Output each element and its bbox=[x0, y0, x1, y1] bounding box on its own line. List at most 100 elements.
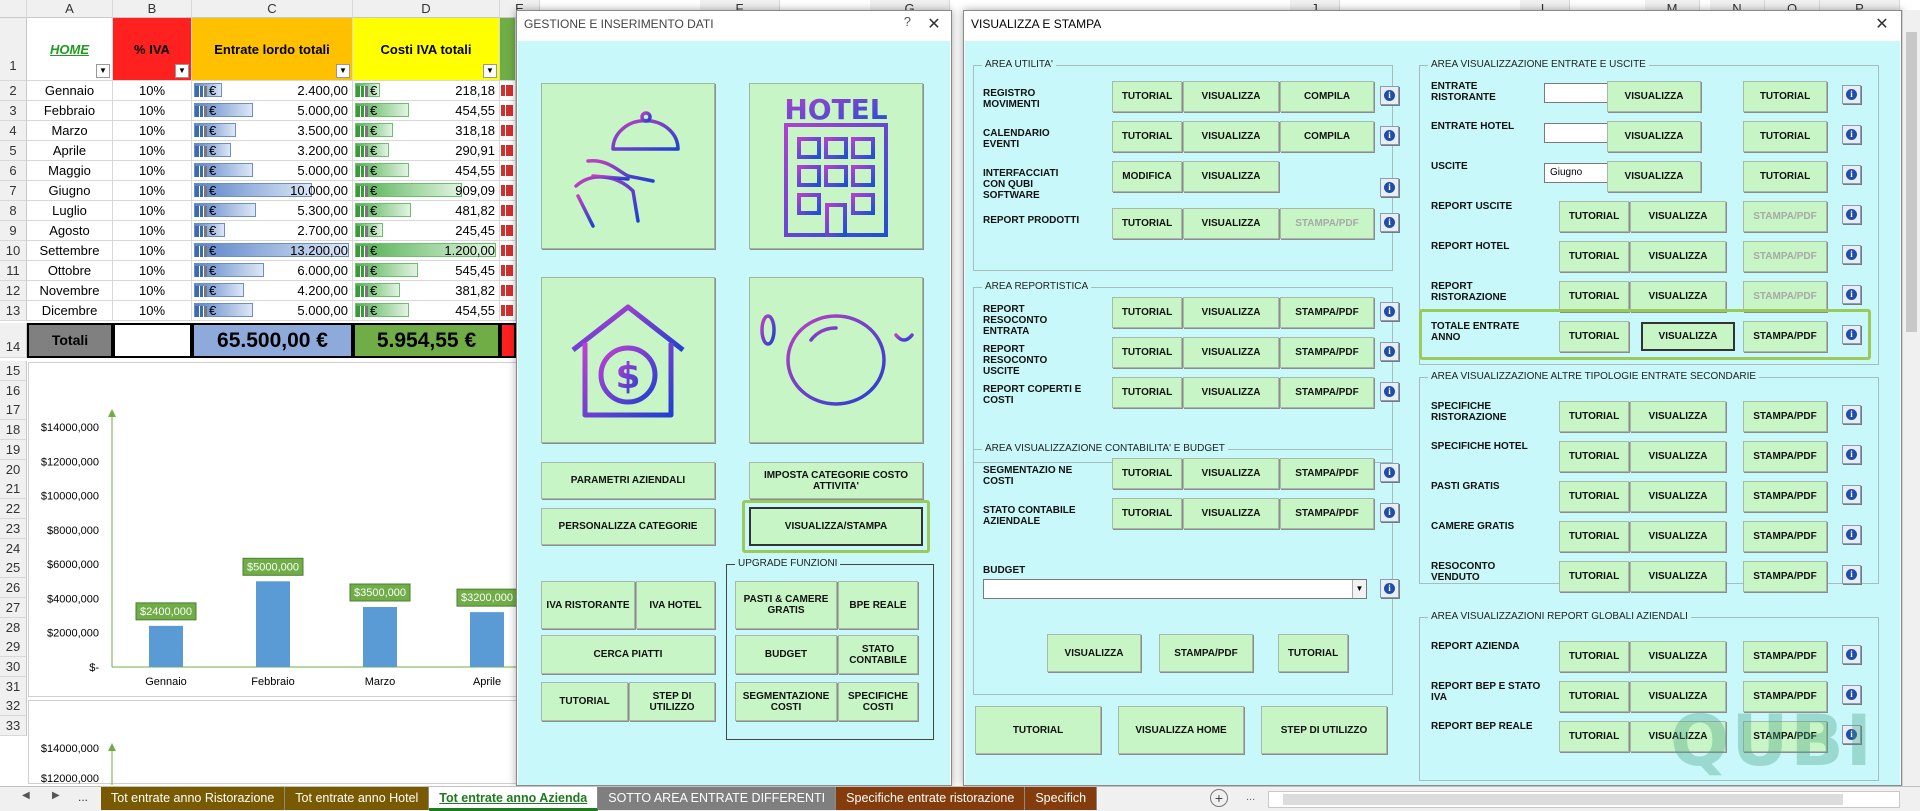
uscite-visualizza-button[interactable]: VISUALIZZA bbox=[1607, 161, 1701, 192]
specifiche-costi-button[interactable]: SPECIFICHE COSTI bbox=[838, 682, 918, 721]
costi-cell[interactable]: € 481,82 bbox=[353, 201, 500, 221]
report-uscite-tutorial-button[interactable]: TUTORIAL bbox=[1559, 201, 1629, 232]
report-ristorazione-stampa-pdf-button[interactable]: STAMPA/PDF bbox=[1743, 281, 1827, 312]
spec-ristorazione-stampa-pdf-button[interactable]: STAMPA/PDF bbox=[1743, 401, 1827, 432]
row-header[interactable]: 24 bbox=[0, 539, 27, 559]
resoconto-uscite-info-button[interactable]: i bbox=[1380, 342, 1399, 361]
iva-cell[interactable]: 10% bbox=[113, 121, 192, 141]
row-header[interactable]: 4 bbox=[0, 121, 27, 141]
camere-gratis-tutorial-button[interactable]: TUTORIAL bbox=[1559, 521, 1629, 552]
report-bep-reale-stampa-pdf-button[interactable]: STAMPA/PDF bbox=[1743, 721, 1827, 752]
report-prodotti-visualizza-button[interactable]: VISUALIZZA bbox=[1183, 208, 1279, 239]
horizontal-scroll-thumb[interactable] bbox=[1283, 794, 1843, 805]
bpe-reale-button[interactable]: BPE REALE bbox=[838, 581, 918, 629]
stato-contabile-visualizza-button[interactable]: VISUALIZZA bbox=[1183, 498, 1279, 529]
horizontal-scrollbar[interactable] bbox=[1268, 791, 1900, 808]
pasti-camere-button[interactable]: PASTI & CAMERE GRATIS bbox=[735, 581, 837, 629]
row-header[interactable]: 9 bbox=[0, 221, 27, 241]
camere-gratis-stampa-pdf-button[interactable]: STAMPA/PDF bbox=[1743, 521, 1827, 552]
row-header[interactable]: 27 bbox=[0, 598, 27, 618]
chart-bar[interactable] bbox=[363, 607, 397, 667]
costi-cell[interactable]: € 218,18 bbox=[353, 81, 500, 101]
entrate-cell[interactable]: € 4.200,00 bbox=[192, 281, 353, 301]
resoconto-entrata-tutorial-button[interactable]: TUTORIAL bbox=[1112, 297, 1182, 328]
budget-combo-arrow[interactable]: ▼ bbox=[1352, 580, 1366, 598]
row-header[interactable]: 17 bbox=[0, 400, 27, 420]
pasti-gratis-visualizza-button[interactable]: VISUALIZZA bbox=[1630, 481, 1726, 512]
resoconto-uscite-tutorial-button[interactable]: TUTORIAL bbox=[1112, 337, 1182, 368]
row-header[interactable]: 21 bbox=[0, 479, 27, 499]
costi-cell[interactable]: € 454,55 bbox=[353, 301, 500, 321]
finanze-button[interactable]: $ bbox=[541, 277, 715, 443]
month-cell[interactable]: Novembre bbox=[27, 281, 113, 301]
filter-dropdown-d[interactable]: ▼ bbox=[483, 64, 497, 78]
report-azienda-stampa-pdf-button[interactable]: STAMPA/PDF bbox=[1743, 641, 1827, 672]
iva-cell[interactable]: 10% bbox=[113, 181, 192, 201]
row-header[interactable]: 18 bbox=[0, 420, 27, 440]
pasti-gratis-info-button[interactable]: i bbox=[1842, 485, 1861, 504]
interfacciati-modifica-button[interactable]: MODIFICA bbox=[1112, 161, 1182, 192]
budget-visualizza-button[interactable]: VISUALIZZA bbox=[1047, 634, 1141, 672]
filter-dropdown-c[interactable]: ▼ bbox=[336, 64, 350, 78]
row-header[interactable]: 29 bbox=[0, 637, 27, 657]
costi-cell[interactable]: € 545,45 bbox=[353, 261, 500, 281]
tab-more-button[interactable]: ... bbox=[78, 790, 88, 804]
row-header[interactable]: 8 bbox=[0, 201, 27, 221]
row-header[interactable]: 5 bbox=[0, 141, 27, 161]
entrate-cell[interactable]: € 5.000,00 bbox=[192, 301, 353, 321]
uscite-info-button[interactable]: i bbox=[1842, 165, 1861, 184]
report-bep-reale-tutorial-button[interactable]: TUTORIAL bbox=[1559, 721, 1629, 752]
segmentazione-info-button[interactable]: i bbox=[1380, 463, 1399, 482]
row-header[interactable]: 28 bbox=[0, 618, 27, 638]
row-header[interactable]: 32 bbox=[0, 696, 27, 716]
col-e-cell[interactable] bbox=[500, 261, 516, 281]
entrate-hotel-info-button[interactable]: i bbox=[1842, 125, 1861, 144]
col-e-cell[interactable] bbox=[500, 281, 516, 301]
uscite-tutorial-button[interactable]: TUTORIAL bbox=[1743, 161, 1827, 192]
entrate-cell[interactable]: € 5.000,00 bbox=[192, 101, 353, 121]
tab-next-button[interactable]: ▶ bbox=[52, 790, 60, 801]
gestione-tutorial-button[interactable]: TUTORIAL bbox=[541, 682, 628, 721]
col-e-cell[interactable] bbox=[500, 301, 516, 321]
resoconto-venduto-stampa-pdf-button[interactable]: STAMPA/PDF bbox=[1743, 561, 1827, 592]
report-prodotti-info-button[interactable]: i bbox=[1380, 213, 1399, 232]
coperti-tutorial-button[interactable]: TUTORIAL bbox=[1112, 377, 1182, 408]
iva-cell[interactable]: 10% bbox=[113, 221, 192, 241]
report-azienda-visualizza-button[interactable]: VISUALIZZA bbox=[1630, 641, 1726, 672]
row-header[interactable]: 20 bbox=[0, 460, 27, 480]
bar-chart[interactable]: $14000,000 $12000,000 $10000,000 $8000,000 $… bbox=[28, 362, 519, 697]
iva-ristorante-button[interactable]: IVA RISTORANTE bbox=[541, 581, 635, 629]
pasti-gratis-tutorial-button[interactable]: TUTORIAL bbox=[1559, 481, 1629, 512]
home-cell[interactable]: HOME ▼ bbox=[27, 18, 113, 81]
month-cell[interactable]: Giugno bbox=[27, 181, 113, 201]
bottom-tutorial-button[interactable]: TUTORIAL bbox=[975, 706, 1101, 754]
month-cell[interactable]: Dicembre bbox=[27, 301, 113, 321]
entrate-cell[interactable]: € 5.300,00 bbox=[192, 201, 353, 221]
coperti-visualizza-button[interactable]: VISUALIZZA bbox=[1183, 377, 1279, 408]
report-hotel-stampa-pdf-button[interactable]: STAMPA/PDF bbox=[1743, 241, 1827, 272]
col-e-cell[interactable] bbox=[500, 181, 516, 201]
visualizza-home-button[interactable]: VISUALIZZA HOME bbox=[1118, 706, 1244, 754]
hotel-button[interactable]: HOTEL bbox=[749, 83, 923, 249]
entrate-ristorante-info-button[interactable]: i bbox=[1842, 85, 1861, 104]
iva-cell[interactable]: 10% bbox=[113, 141, 192, 161]
spec-hotel-tutorial-button[interactable]: TUTORIAL bbox=[1559, 441, 1629, 472]
iva-cell[interactable]: 10% bbox=[113, 301, 192, 321]
costi-cell[interactable]: € 245,45 bbox=[353, 221, 500, 241]
select-all-corner[interactable] bbox=[0, 0, 27, 18]
report-bep-reale-info-button[interactable]: i bbox=[1842, 725, 1861, 744]
row-header[interactable]: 7 bbox=[0, 181, 27, 201]
month-cell[interactable]: Settembre bbox=[27, 241, 113, 261]
resoconto-venduto-info-button[interactable]: i bbox=[1842, 565, 1861, 584]
parametri-aziendali-button[interactable]: PARAMETRI AZIENDALI bbox=[541, 462, 715, 499]
sheet-tab[interactable]: Specifich bbox=[1025, 787, 1098, 810]
stato-contabile-tutorial-button[interactable]: TUTORIAL bbox=[1112, 498, 1182, 529]
bar-chart-2[interactable]: $14000,000 $12000,000 bbox=[28, 700, 518, 785]
costi-cell[interactable]: € 290,91 bbox=[353, 141, 500, 161]
home-link[interactable]: HOME bbox=[27, 42, 112, 57]
entrate-cell[interactable]: € 10.000,00 bbox=[192, 181, 353, 201]
row-header[interactable]: 6 bbox=[0, 161, 27, 181]
col-header-a[interactable]: A bbox=[27, 0, 113, 18]
row-header[interactable]: 16 bbox=[0, 381, 27, 401]
costi-cell[interactable]: € 909,09 bbox=[353, 181, 500, 201]
